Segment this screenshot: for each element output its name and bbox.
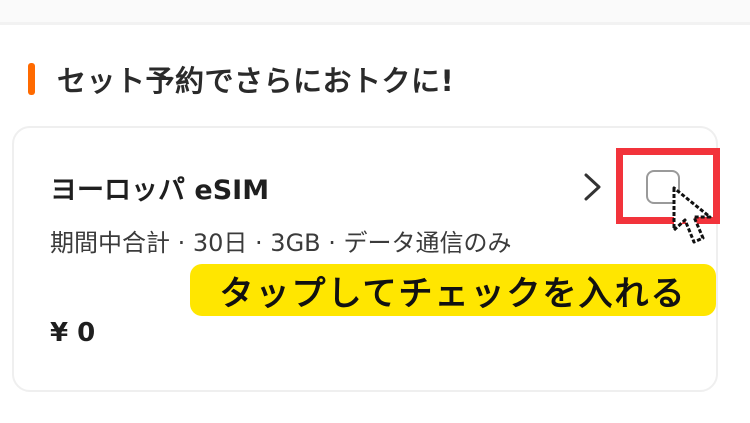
product-description: 期間中合計 · 30日 · 3GB · データ通信のみ [50,229,512,257]
esim-product-card[interactable]: ヨーロッパ eSIM 期間中合計 · 30日 · 3GB · データ通信のみ ¥… [12,126,718,392]
instruction-banner: タップしてチェックを入れる [190,264,716,316]
app-page: セット予約でさらにおトクに! ヨーロッパ eSIM 期間中合計 · 30日 · … [0,0,750,423]
chevron-right-icon[interactable] [580,172,606,202]
product-price: ¥ 0 [50,318,96,348]
top-divider [0,0,750,25]
product-name[interactable]: ヨーロッパ eSIM [50,168,269,207]
section-header: セット予約でさらにおトクに! [28,60,454,98]
section-accent-bar [28,63,35,95]
pointer-arrow-icon [672,186,712,244]
section-title: セット予約でさらにおトクに! [57,64,455,98]
